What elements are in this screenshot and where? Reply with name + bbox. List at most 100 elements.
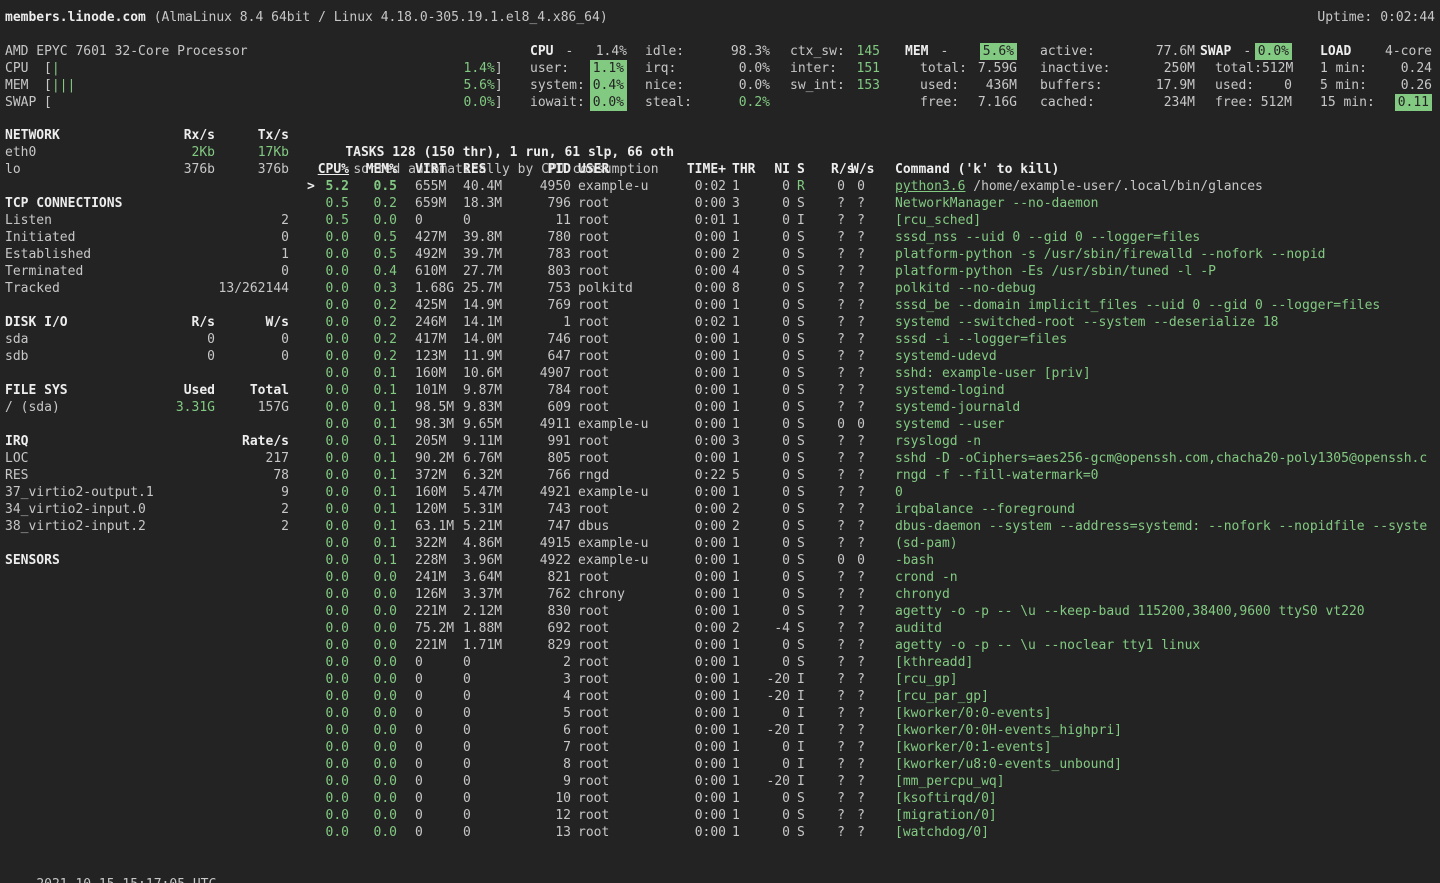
proc-mem: 0.4: [363, 263, 397, 280]
proc-ni: 0: [752, 654, 790, 671]
stat-row: iowait:0.0%: [530, 94, 627, 111]
proc-mem: 0.1: [363, 484, 397, 501]
proc-command-name: -bash: [895, 553, 934, 568]
column-time: TIME+: [664, 161, 726, 178]
proc-command-name: [migration/0]: [895, 808, 997, 823]
proc-res: 6.32M: [463, 467, 509, 484]
proc-thr: 1: [732, 671, 752, 688]
stat-label: steal:: [645, 94, 739, 111]
column-state: S: [797, 161, 811, 178]
proc-cursor: [307, 535, 315, 552]
proc-cpu: 0.0: [315, 722, 349, 739]
proc-command-name: [kthreadd]: [895, 655, 973, 670]
proc-write-rate: ?: [851, 280, 871, 297]
proc-cpu: 0.0: [315, 280, 349, 297]
proc-res: 4.86M: [463, 535, 509, 552]
proc-mem: 0.0: [363, 654, 397, 671]
proc-command: [kworker/0:0H-events_highpri]: [895, 722, 1122, 739]
stat-label: nice:: [645, 77, 739, 94]
proc-command-name: python3.6: [895, 179, 965, 194]
proc-state: I: [797, 671, 811, 688]
proc-state: S: [797, 501, 811, 518]
proc-thr: 1: [732, 824, 752, 841]
proc-write-rate: ?: [851, 824, 871, 841]
proc-command: platform-python -Es /usr/sbin/tuned -l -…: [895, 263, 1216, 280]
proc-mem: 0.1: [363, 399, 397, 416]
load-core-count: 4-core: [1385, 43, 1432, 60]
proc-write-rate: ?: [851, 620, 871, 637]
proc-cpu: 0.0: [315, 348, 349, 365]
process-row: 0.00.2123M11.9M647root0:0010S??systemd-u…: [307, 348, 1427, 365]
proc-time: 0:00: [664, 739, 726, 756]
proc-read-rate: 0: [831, 178, 851, 195]
irq-title: IRQ: [5, 433, 145, 450]
proc-pid: 766: [509, 467, 571, 484]
stat-label: 1 min:: [1320, 60, 1401, 77]
proc-cursor: [307, 212, 315, 229]
proc-command-name: crond -n: [895, 570, 958, 585]
proc-virt: 120M: [415, 501, 463, 518]
proc-res: 0: [463, 790, 509, 807]
proc-virt: 610M: [415, 263, 463, 280]
proc-thr: 3: [732, 195, 752, 212]
column-ni: NI: [752, 161, 790, 178]
stat-value: 0.2%: [739, 94, 770, 111]
process-row: 0.00.0007root0:0010I??[kworker/0:1-event…: [307, 739, 1427, 756]
stat-value: 0.11: [1395, 94, 1432, 111]
proc-command-name: 0: [895, 485, 903, 500]
proc-user: root: [578, 569, 664, 586]
stat-row: used:0: [1200, 77, 1292, 94]
proc-ni: 0: [752, 535, 790, 552]
proc-read-rate: ?: [831, 229, 851, 246]
proc-read-rate: ?: [831, 501, 851, 518]
stat-value: 1.1%: [590, 60, 627, 77]
proc-pid: 4922: [509, 552, 571, 569]
proc-pid: 780: [509, 229, 571, 246]
cpu-stats-extra: idle:98.3%irq:0.0%nice:0.0%steal:0.2%: [645, 43, 770, 111]
proc-time: 0:00: [664, 535, 726, 552]
proc-cursor: [307, 501, 315, 518]
proc-user: example-u: [578, 535, 664, 552]
proc-cursor: [307, 586, 315, 603]
proc-ni: 0: [752, 705, 790, 722]
proc-read-rate: ?: [831, 433, 851, 450]
proc-write-rate: ?: [851, 314, 871, 331]
proc-cpu: 0.0: [315, 569, 349, 586]
proc-cpu: 0.0: [315, 705, 349, 722]
proc-res: 27.7M: [463, 263, 509, 280]
stat-label: user:: [530, 60, 590, 77]
proc-write-rate: ?: [851, 722, 871, 739]
stat-value: 153: [857, 77, 880, 94]
proc-mem: 0.5: [363, 246, 397, 263]
proc-thr: 1: [732, 212, 752, 229]
side-label: RES: [5, 467, 145, 484]
process-row: 0.00.0008root0:0010I??[kworker/u8:0-even…: [307, 756, 1427, 773]
proc-ni: 0: [752, 382, 790, 399]
proc-write-rate: ?: [851, 263, 871, 280]
proc-command: agetty -o -p -- \u --keep-baud 115200,38…: [895, 603, 1365, 620]
proc-user: root: [578, 603, 664, 620]
side-row: Initiated0: [5, 229, 289, 246]
glances-terminal[interactable]: members.linode.com (AlmaLinux 8.4 64bit …: [0, 0, 1440, 883]
proc-read-rate: ?: [831, 824, 851, 841]
proc-virt: 246M: [415, 314, 463, 331]
process-row: 0.00.1160M10.6M4907root0:0010S??sshd: ex…: [307, 365, 1427, 382]
proc-pid: 829: [509, 637, 571, 654]
proc-mem: 0.1: [363, 518, 397, 535]
proc-read-rate: ?: [831, 382, 851, 399]
stat-value: 151: [857, 60, 880, 77]
proc-cpu: 0.0: [315, 399, 349, 416]
side-label: Established: [5, 246, 145, 263]
proc-command: sssd -i --logger=files: [895, 331, 1067, 348]
side-label: / (sda): [5, 399, 145, 416]
proc-res: 14.0M: [463, 331, 509, 348]
proc-virt: 372M: [415, 467, 463, 484]
proc-thr: 1: [732, 637, 752, 654]
proc-write-rate: 0: [851, 552, 871, 569]
proc-virt: 0: [415, 807, 463, 824]
side-row: 37_virtio2-output.19: [5, 484, 289, 501]
proc-read-rate: ?: [831, 790, 851, 807]
side-row: lo376b376b: [5, 161, 289, 178]
proc-read-rate: ?: [831, 399, 851, 416]
process-row: 0.00.0126M3.37M762chrony0:0010S??chronyd: [307, 586, 1427, 603]
